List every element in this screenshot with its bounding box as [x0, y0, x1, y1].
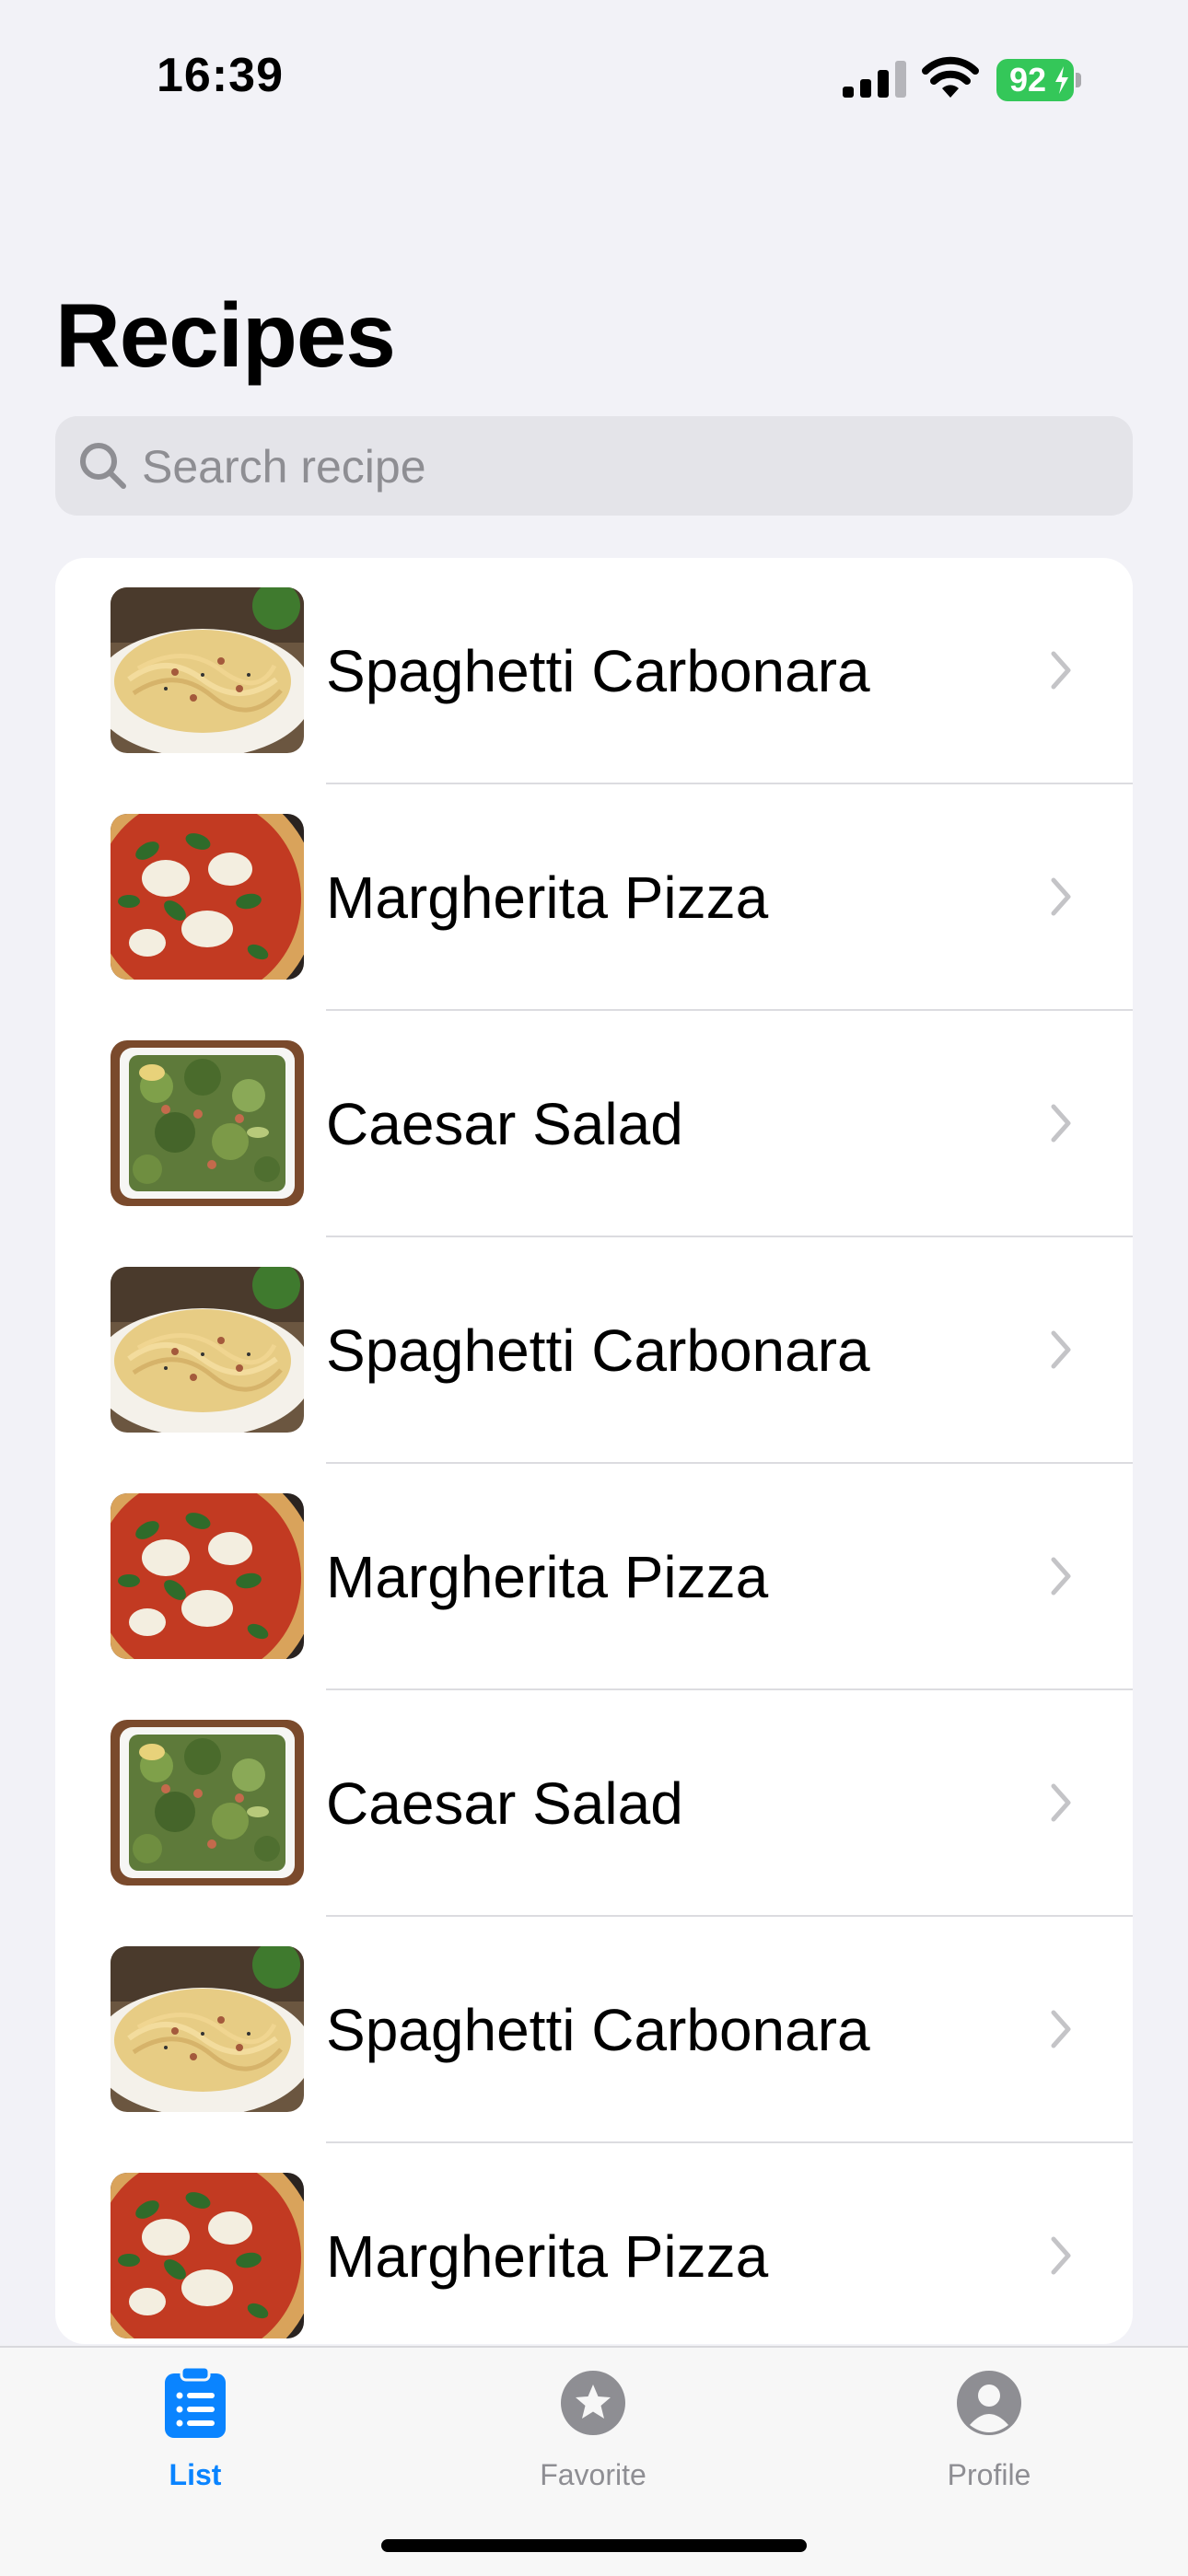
recipe-row[interactable]: Caesar Salad — [55, 1690, 1133, 1917]
recipe-list: Spaghetti Carbonara Margherita Pizza Cae… — [55, 558, 1133, 2344]
recipe-thumbnail — [111, 1493, 304, 1659]
home-indicator — [381, 2539, 807, 2552]
recipe-thumbnail — [111, 1040, 304, 1206]
recipe-name: Spaghetti Carbonara — [326, 1317, 870, 1384]
recipe-name: Margherita Pizza — [326, 1544, 769, 1610]
chevron-right-icon — [1051, 651, 1071, 690]
cellular-signal-icon — [843, 61, 906, 98]
recipe-name: Caesar Salad — [326, 1091, 683, 1157]
chevron-right-icon — [1051, 1330, 1071, 1369]
chevron-right-icon — [1051, 2236, 1071, 2275]
chevron-right-icon — [1051, 1104, 1071, 1143]
person-circle-icon — [957, 2371, 1021, 2435]
wifi-icon — [922, 56, 979, 98]
recipe-row[interactable]: Spaghetti Carbonara — [55, 1237, 1133, 1464]
search-input[interactable] — [140, 429, 1101, 505]
page-title: Recipes — [55, 284, 396, 386]
recipe-name: Spaghetti Carbonara — [326, 1997, 870, 2063]
battery-indicator: 92 — [996, 59, 1081, 101]
recipe-row[interactable]: Margherita Pizza — [55, 2143, 1133, 2344]
recipe-name: Spaghetti Carbonara — [326, 638, 870, 704]
status-time: 16:39 — [157, 49, 284, 102]
recipe-name: Caesar Salad — [326, 1770, 683, 1837]
recipe-thumbnail — [111, 814, 304, 980]
recipe-thumbnail — [111, 1946, 304, 2112]
recipe-name: Margherita Pizza — [326, 864, 769, 931]
chevron-right-icon — [1051, 1557, 1071, 1595]
recipe-row[interactable]: Margherita Pizza — [55, 1464, 1133, 1690]
recipe-thumbnail — [111, 2173, 304, 2338]
tab-list[interactable]: List — [85, 2366, 306, 2504]
chevron-right-icon — [1051, 877, 1071, 916]
clipboard-list-icon — [165, 2366, 226, 2438]
recipe-row[interactable]: Margherita Pizza — [55, 784, 1133, 1011]
charging-bolt-icon — [1055, 66, 1068, 94]
recipe-thumbnail — [111, 587, 304, 753]
tab-label: List — [169, 2458, 222, 2491]
tab-favorite[interactable]: Favorite — [483, 2366, 704, 2504]
battery-level: 92 — [1008, 61, 1047, 99]
recipe-thumbnail — [111, 1267, 304, 1433]
chevron-right-icon — [1051, 2010, 1071, 2048]
tab-label: Profile — [947, 2458, 1031, 2491]
recipe-thumbnail — [111, 1720, 304, 1886]
tab-label: Favorite — [540, 2458, 646, 2491]
recipe-row[interactable]: Caesar Salad — [55, 1011, 1133, 1237]
search-icon — [80, 443, 126, 489]
star-circle-icon — [561, 2371, 625, 2435]
chevron-right-icon — [1051, 1783, 1071, 1822]
search-bar[interactable] — [55, 416, 1133, 516]
status-bar: 16:39 92 — [0, 0, 1188, 157]
recipe-row[interactable]: Spaghetti Carbonara — [55, 558, 1133, 784]
tab-profile[interactable]: Profile — [879, 2366, 1100, 2504]
recipe-row[interactable]: Spaghetti Carbonara — [55, 1917, 1133, 2143]
recipe-name: Margherita Pizza — [326, 2223, 769, 2290]
